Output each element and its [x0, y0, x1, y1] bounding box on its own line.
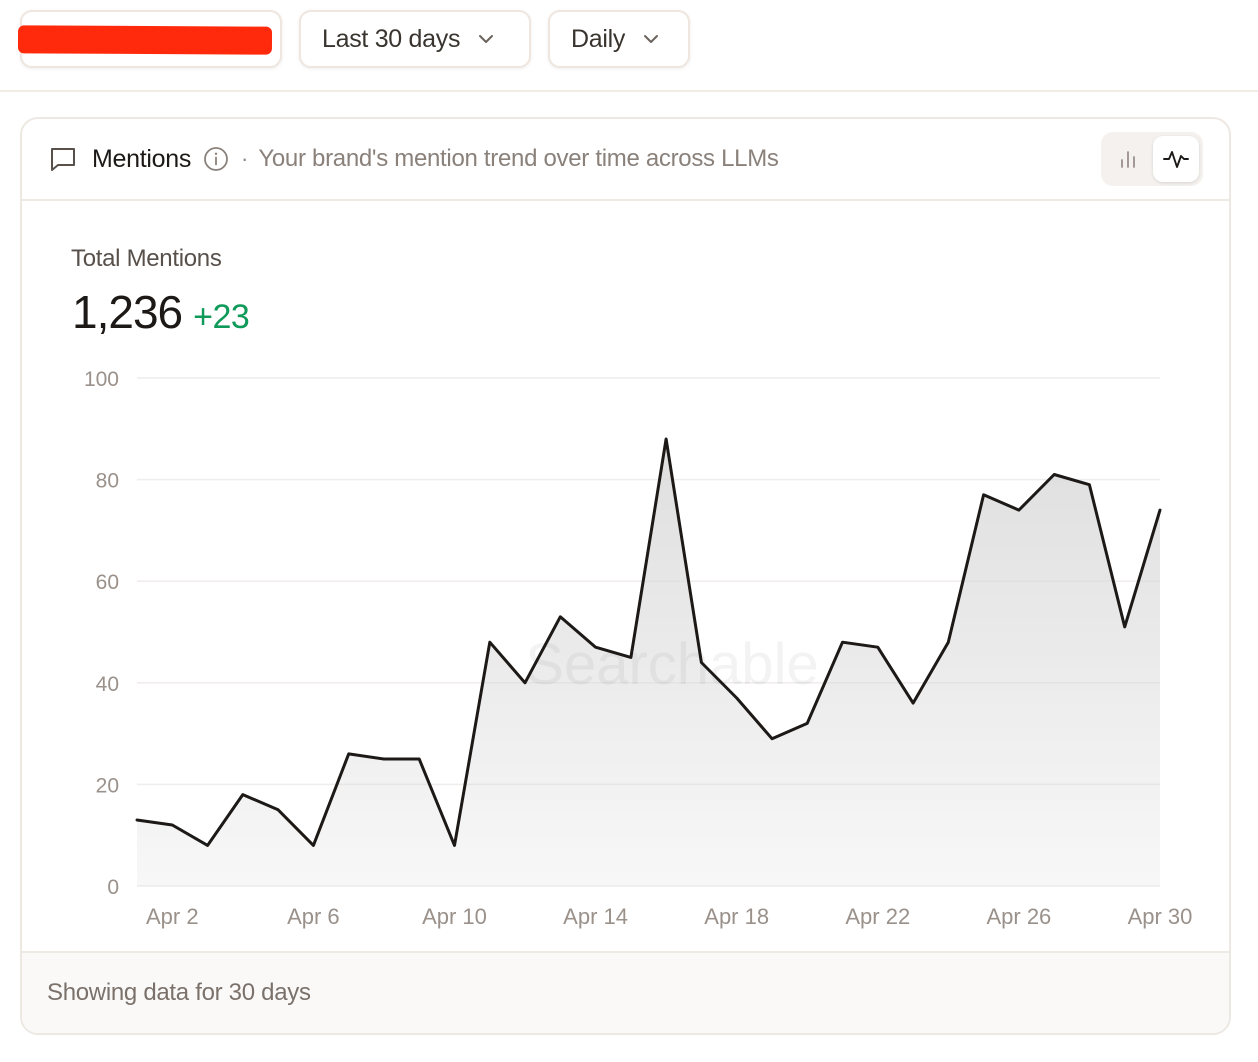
x-tick-label: Apr 22 — [845, 904, 910, 929]
data-point — [206, 843, 210, 847]
x-tick-label: Apr 2 — [146, 904, 199, 929]
data-point — [876, 645, 880, 649]
data-point — [170, 823, 174, 827]
x-tick-label: Apr 14 — [563, 904, 628, 929]
chevron-down-icon — [644, 35, 659, 43]
y-tick-label: 0 — [107, 876, 119, 899]
granularity-select[interactable]: Daily — [548, 10, 690, 68]
data-point — [982, 493, 986, 497]
date-range-label: Last 30 days — [322, 24, 461, 53]
data-point — [594, 645, 598, 649]
data-point — [629, 655, 633, 659]
data-point — [805, 721, 809, 725]
y-tick-label: 20 — [96, 774, 119, 797]
data-point — [558, 615, 562, 619]
data-point — [523, 681, 527, 685]
data-point — [347, 752, 351, 756]
x-tick-label: Apr 6 — [287, 904, 340, 929]
data-point — [241, 793, 245, 797]
x-tick-label: Apr 10 — [422, 904, 487, 929]
data-point — [1158, 508, 1162, 512]
data-point — [311, 843, 315, 847]
data-point — [946, 640, 950, 644]
card-footer: Showing data for 30 days — [22, 951, 1229, 1033]
data-point — [911, 701, 915, 705]
data-point — [452, 843, 456, 847]
chevron-down-icon — [479, 35, 494, 43]
watermark-logo: Searchable — [525, 632, 818, 697]
data-point — [417, 757, 421, 761]
granularity-label: Daily — [571, 24, 626, 53]
data-point — [276, 808, 280, 812]
x-tick-label: Apr 18 — [704, 904, 769, 929]
brand-select[interactable] — [17, 10, 282, 68]
filter-bar: Last 30 days Daily — [0, 0, 1258, 92]
y-tick-label: 60 — [96, 571, 119, 594]
y-tick-label: 100 — [84, 368, 119, 391]
data-point — [664, 437, 668, 441]
data-point — [770, 737, 774, 741]
redaction-mark — [17, 25, 273, 55]
x-tick-label: Apr 30 — [1128, 904, 1193, 929]
footer-text: Showing data for 30 days — [47, 979, 311, 1006]
data-point — [1123, 625, 1127, 629]
x-tick-label: Apr 26 — [986, 904, 1051, 929]
mentions-area-chart: 0 20 40 60 80 100 Searchable Apr 2 Apr 6 Apr 10 Ap… — [84, 368, 1193, 929]
data-point — [488, 640, 492, 644]
data-point — [1087, 483, 1091, 487]
data-point — [699, 660, 703, 664]
mentions-card: Mentions · Your brand's mention trend ov… — [20, 117, 1231, 1035]
y-tick-label: 80 — [96, 470, 119, 493]
data-point — [135, 818, 139, 822]
data-point — [382, 757, 386, 761]
data-point — [1052, 473, 1056, 477]
data-point — [1017, 508, 1021, 512]
date-range-select[interactable]: Last 30 days — [299, 10, 531, 68]
data-point — [841, 640, 845, 644]
y-tick-label: 40 — [96, 673, 119, 696]
data-point — [735, 696, 739, 700]
